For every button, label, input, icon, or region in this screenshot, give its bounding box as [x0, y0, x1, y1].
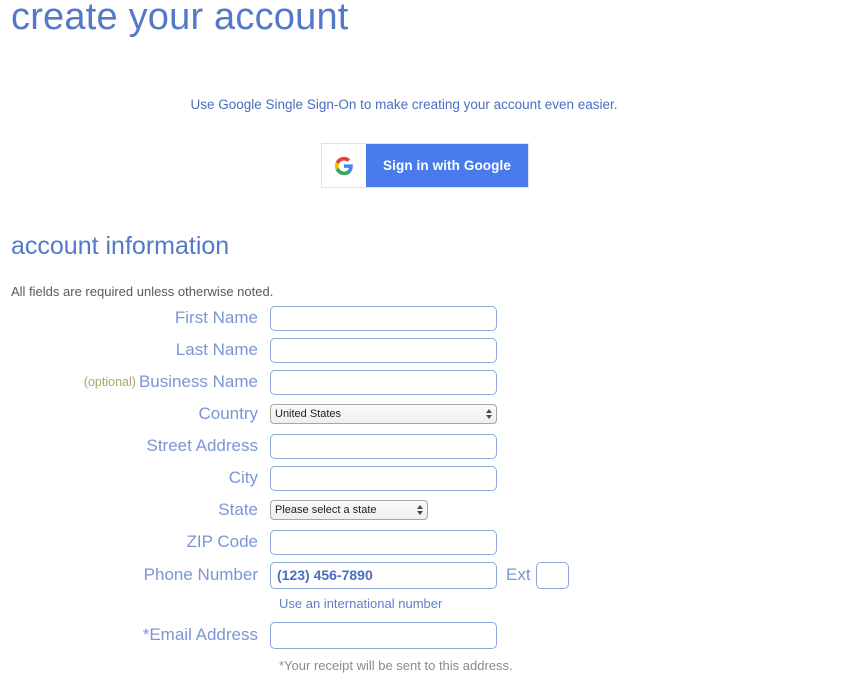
first-name-field-cell — [270, 305, 850, 331]
email-address-input[interactable] — [270, 621, 497, 649]
phone-number-field-cell: Ext — [270, 561, 850, 589]
form-row-street-address: Street Address — [0, 430, 850, 462]
business-name-label: (optional) Business Name — [0, 372, 270, 392]
country-select-wrapper: United States — [270, 404, 497, 424]
business-name-label-text: Business Name — [138, 372, 258, 391]
phone-number-input[interactable] — [270, 561, 497, 589]
phone-ext-input[interactable] — [535, 561, 569, 589]
last-name-label: Last Name — [175, 340, 258, 359]
sso-note: Use Google Single Sign-On to make creati… — [190, 97, 618, 112]
account-information-form: First Name Last Name (optional) Business … — [0, 302, 850, 676]
email-address-label: *Email Address — [142, 625, 258, 644]
google-g-icon — [322, 144, 366, 187]
state-label: State — [218, 500, 258, 519]
sign-in-with-google-button[interactable]: Sign in with Google — [321, 143, 529, 188]
email-address-field-cell — [270, 621, 850, 649]
form-row-phone-number: Phone Number Ext — [0, 558, 850, 592]
first-name-label: First Name — [174, 308, 258, 327]
first-name-input[interactable] — [270, 305, 497, 331]
state-select[interactable]: Please select a state — [270, 500, 428, 520]
street-address-label: Street Address — [146, 436, 258, 455]
street-address-input[interactable] — [270, 433, 497, 459]
zip-code-label: ZIP Code — [186, 532, 258, 551]
country-select[interactable]: United States — [270, 404, 497, 424]
last-name-field-cell — [270, 337, 850, 363]
business-name-field-cell — [270, 369, 850, 395]
form-row-email-hint: *Your receipt will be sent to this addre… — [0, 652, 850, 676]
form-row-state: State Please select a state — [0, 494, 850, 526]
email-receipt-hint: *Your receipt will be sent to this addre… — [279, 658, 513, 673]
form-row-phone-hint: Use an international number — [0, 592, 850, 618]
city-input[interactable] — [270, 465, 497, 491]
state-field-cell: Please select a state — [270, 500, 850, 520]
form-row-email-address: *Email Address — [0, 618, 850, 652]
business-name-optional-tag: (optional) — [83, 375, 136, 389]
country-field-cell: United States — [270, 404, 850, 424]
business-name-input[interactable] — [270, 369, 497, 395]
international-number-link[interactable]: Use an international number — [279, 596, 442, 611]
state-select-wrapper: Please select a state — [270, 500, 428, 520]
form-row-business-name: (optional) Business Name — [0, 366, 850, 398]
form-row-city: City — [0, 462, 850, 494]
form-row-zip-code: ZIP Code — [0, 526, 850, 558]
form-row-last-name: Last Name — [0, 334, 850, 366]
form-row-country: Country United States — [0, 398, 850, 430]
required-fields-note: All fields are required unless otherwise… — [11, 284, 274, 299]
country-label: Country — [198, 404, 258, 423]
account-information-heading: account information — [11, 232, 230, 260]
ext-label: Ext — [506, 565, 531, 584]
form-row-first-name: First Name — [0, 302, 850, 334]
zip-code-input[interactable] — [270, 529, 497, 555]
zip-code-field-cell — [270, 529, 850, 555]
phone-number-label: Phone Number — [143, 565, 258, 584]
city-field-cell — [270, 465, 850, 491]
last-name-input[interactable] — [270, 337, 497, 363]
street-address-field-cell — [270, 433, 850, 459]
google-button-label: Sign in with Google — [383, 158, 511, 173]
city-label: City — [228, 468, 258, 487]
page-title: create your account — [11, 0, 349, 38]
